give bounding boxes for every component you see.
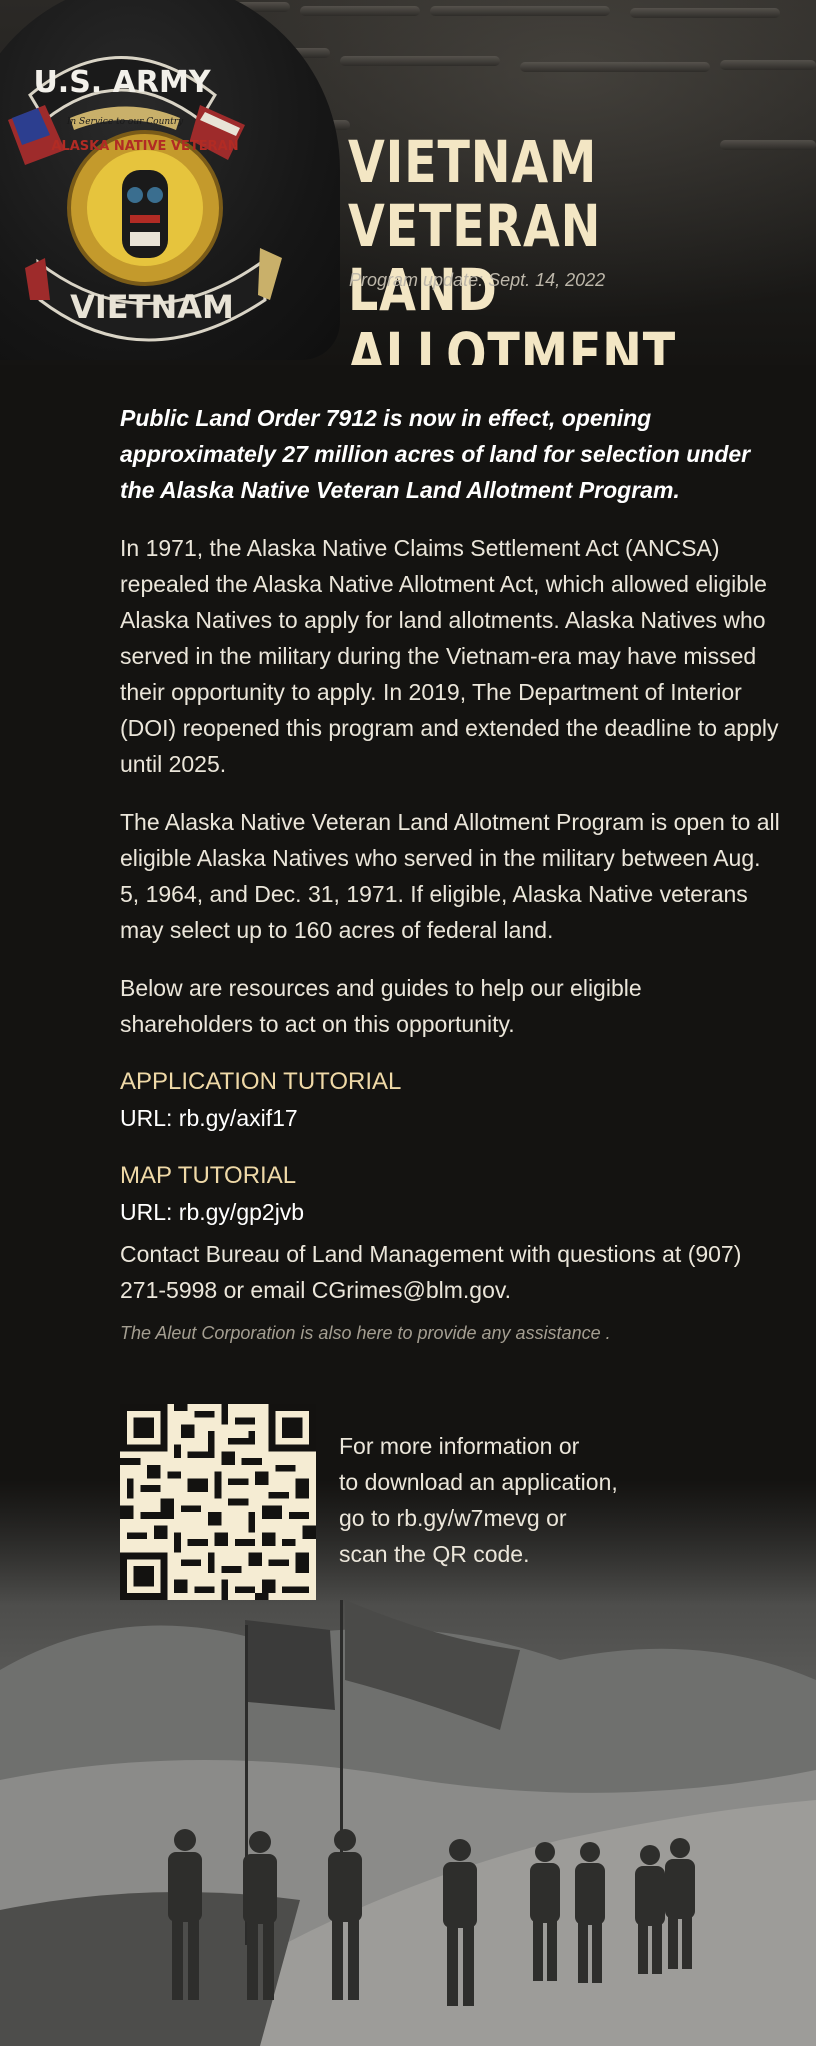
patch-ring-text: ALASKA NATIVE VETERAN <box>51 139 238 154</box>
us-army-vietnam-patch: U.S. ARMY In Service to our Country ALAS… <box>8 56 282 342</box>
map-tutorial-url[interactable]: URL: rb.gy/gp2jvb <box>120 1194 780 1230</box>
patch-army-text: U.S. ARMY <box>33 65 211 100</box>
qr-instruction-line4: scan the QR code. <box>339 1541 530 1567</box>
qr-instructions: For more information or to download an a… <box>339 1428 659 1572</box>
map-tutorial-label: MAP TUTORIAL <box>120 1162 297 1189</box>
qr-instruction-line2: to download an application, <box>339 1469 618 1495</box>
application-tutorial-label: APPLICATION TUTORIAL <box>120 1068 402 1095</box>
blm-contact-text: Contact Bureau of Land Management with q… <box>120 1241 742 1303</box>
flyer-page: U.S. ARMY In Service to our Country ALAS… <box>0 0 816 2046</box>
patch-ribbon-text: In Service to our Country <box>66 117 184 127</box>
application-tutorial-url[interactable]: URL: rb.gy/axif17 <box>120 1100 780 1136</box>
program-update-date: Program update: Sept. 14, 2022 <box>349 270 606 290</box>
patch-vietnam-text: VIETNAM <box>70 288 234 326</box>
aleut-assistance-note: The Aleut Corporation is also here to pr… <box>120 1323 611 1343</box>
history-paragraph: In 1971, the Alaska Native Claims Settle… <box>120 535 779 777</box>
auditorium-seat <box>720 140 816 150</box>
lead-statement: Public Land Order 7912 is now in effect,… <box>120 405 751 503</box>
page-title-line1: VIETNAM VETERAN <box>348 128 602 260</box>
eligibility-paragraph: The Alaska Native Veteran Land Allotment… <box>120 809 780 943</box>
auditorium-seat <box>720 60 816 70</box>
main-content: Public Land Order 7912 is now in effect,… <box>120 400 780 1348</box>
auditorium-seat <box>430 6 610 16</box>
qr-instruction-line1: For more information or <box>339 1433 580 1459</box>
qr-code[interactable] <box>120 1404 316 1600</box>
resources-intro: Below are resources and guides to help o… <box>120 975 642 1037</box>
auditorium-seat <box>340 56 500 66</box>
qr-instruction-line3: go to rb.gy/w7mevg or <box>339 1505 567 1531</box>
page-title: VIETNAM VETERAN LAND ALLOTMENT <box>348 130 709 365</box>
auditorium-seat <box>630 8 780 18</box>
auditorium-seat <box>520 62 710 72</box>
header-banner: U.S. ARMY In Service to our Country ALAS… <box>0 0 816 365</box>
